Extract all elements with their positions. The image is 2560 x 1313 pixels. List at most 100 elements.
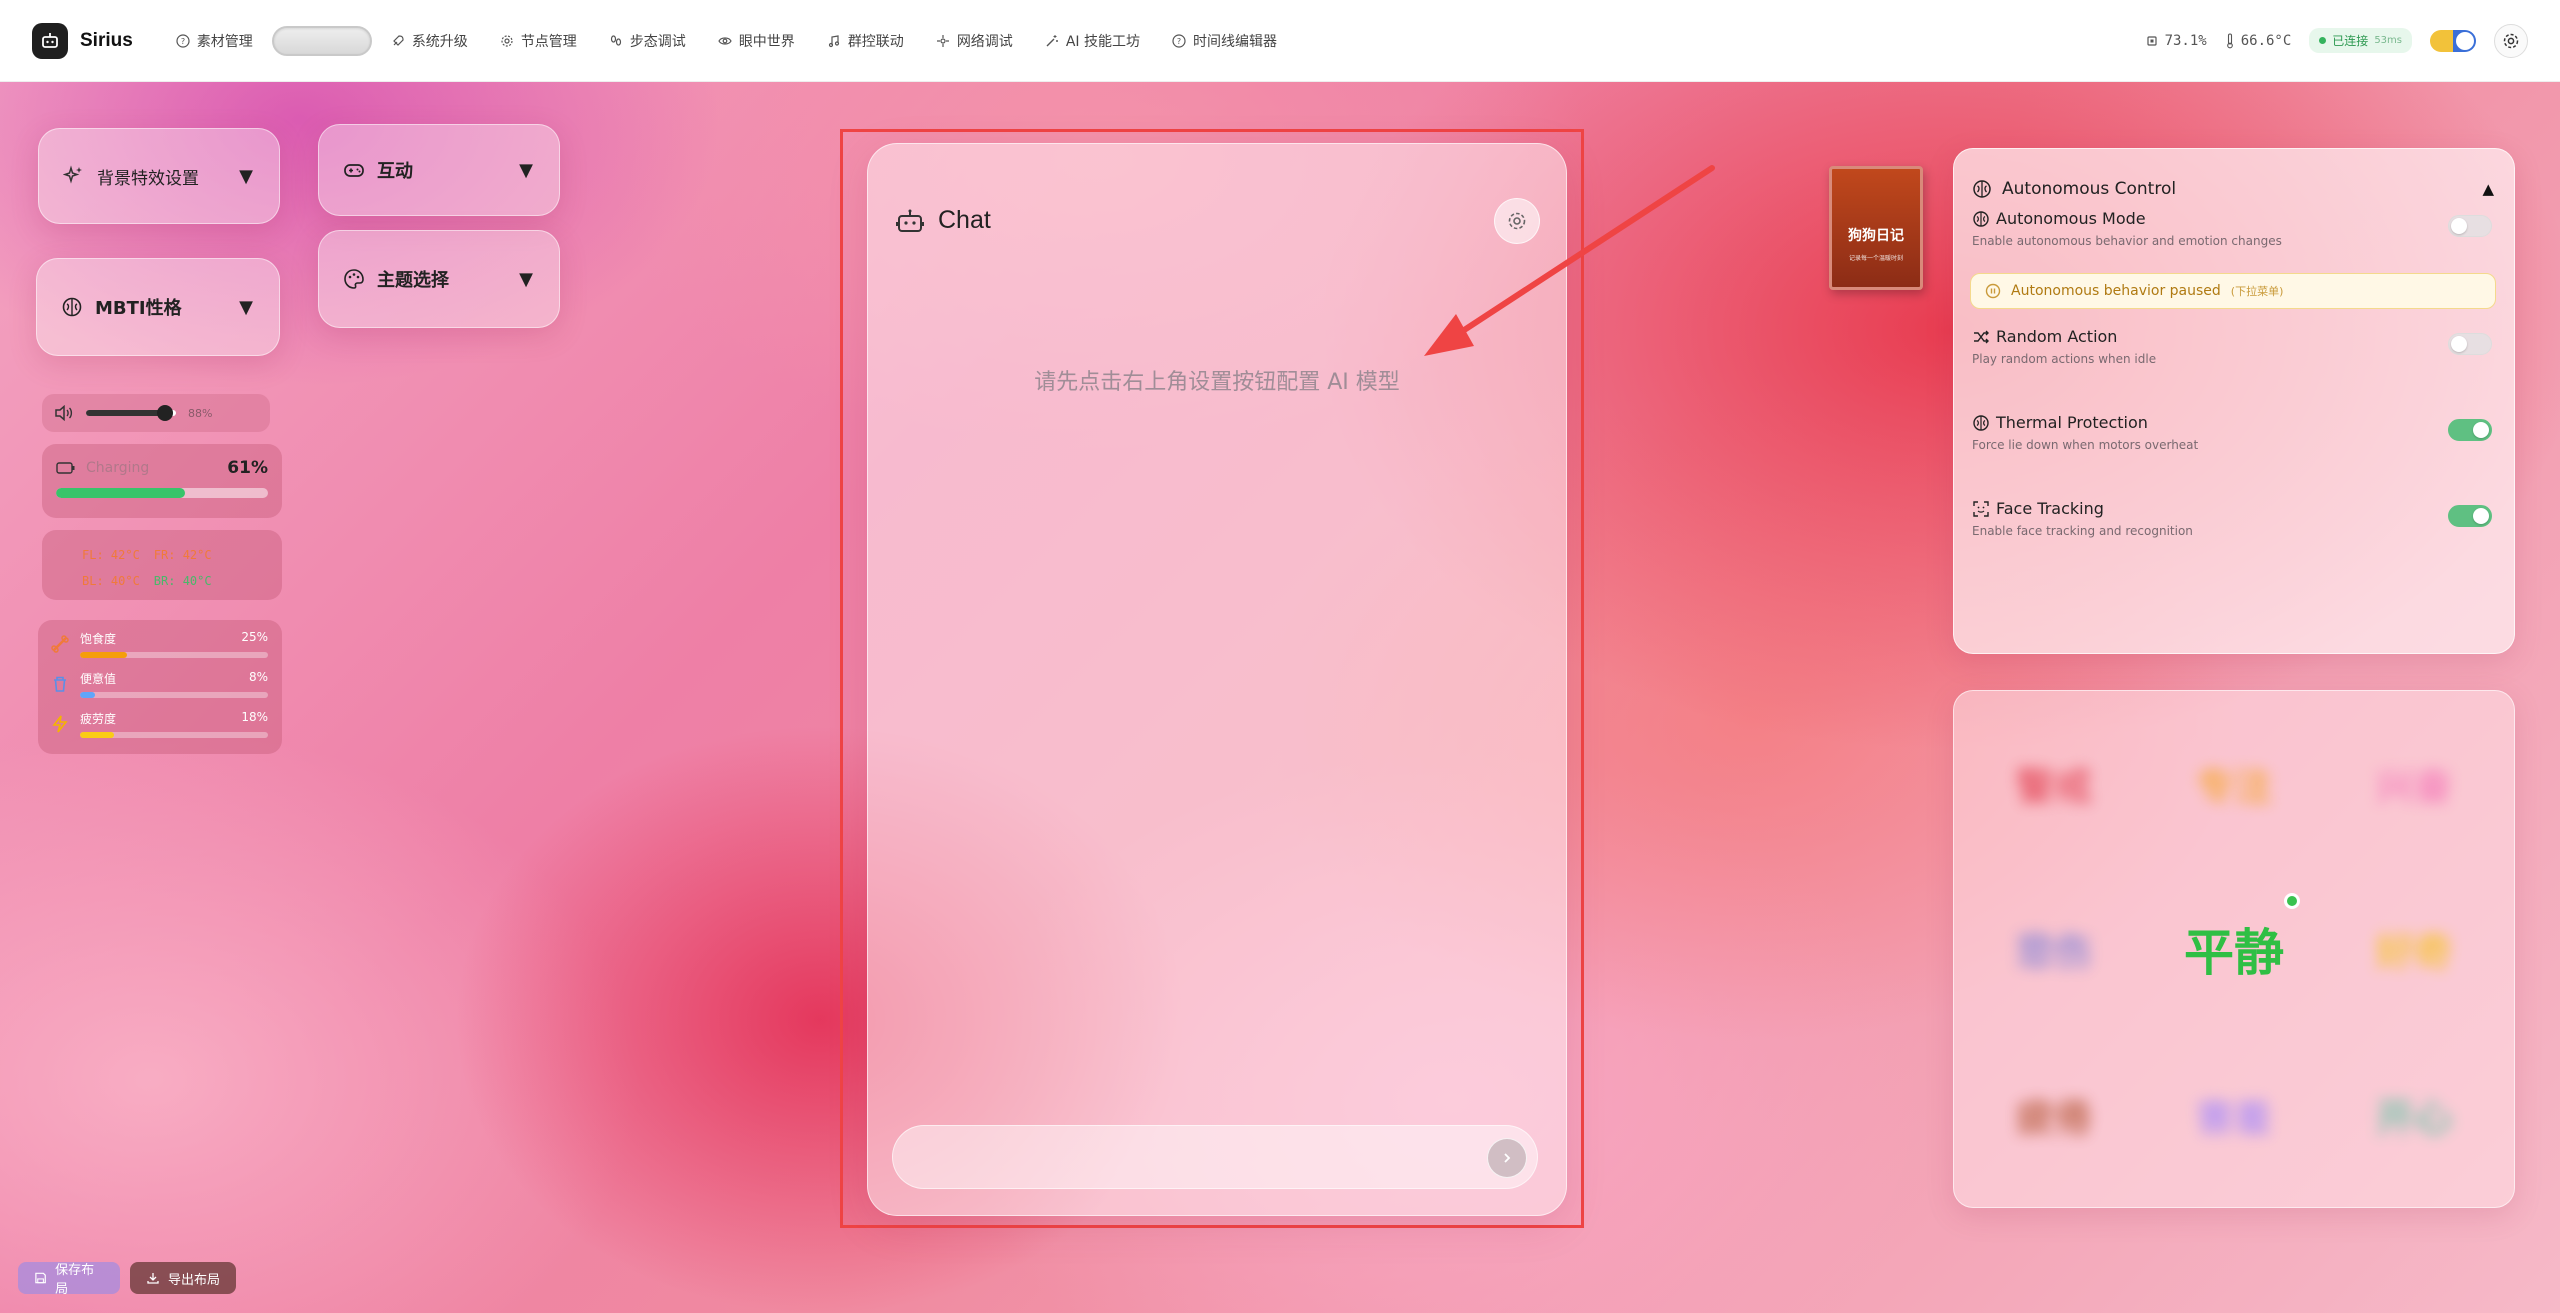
mbti-dropdown[interactable]: MBTI性格 ▼ [36,258,280,356]
rocket-icon [392,34,404,46]
temp-br: BR: 40°C [153,574,212,588]
lightning-icon [52,715,68,733]
needs-card: 饱食度 25% 便意值 8% 疲劳度 18% [38,620,282,754]
send-button[interactable] [1487,1138,1527,1178]
need-label: 饱食度 [80,632,117,646]
battery-status: Charging [56,460,149,476]
nav-timeline-editor[interactable]: ? 时间线编辑器 [1159,23,1290,59]
gear-icon [501,34,513,47]
background-effects-dropdown[interactable]: 背景特效设置 ▼ [38,128,280,224]
theme-toggle[interactable] [2430,29,2476,52]
theme-dropdown[interactable]: 主题选择 ▼ [318,230,560,328]
speaker-icon[interactable] [54,405,74,421]
setting-autonomous-mode: Autonomous Mode Enable autonomous behavi… [1972,209,2496,265]
autonomous-control-panel: Autonomous Control ▲ Autonomous Mode Ena… [1953,148,2515,654]
button-label: 导出布局 [168,1272,221,1288]
brain-icon [62,297,82,317]
nav-label: AI 技能工坊 [1065,33,1140,50]
emotion-item[interactable]: 疲倦 [2016,1087,2092,1142]
setting-description: Enable face tracking and recognition [1972,524,2193,538]
export-layout-button[interactable]: 导出布局 [130,1262,236,1294]
paused-note: (下拉菜单) [2230,285,2284,298]
setting-description: Force lie down when motors overheat [1972,438,2199,452]
interaction-dropdown[interactable]: 互动 ▼ [318,124,560,216]
autonomous-header[interactable]: Autonomous Control ▲ [1972,179,2496,199]
button-label: 保存布局 [55,1263,95,1297]
battery-fill [56,488,186,498]
caret-down-icon: ▼ [239,296,253,318]
need-value: 18% [241,710,268,724]
chat-input[interactable] [917,1137,1467,1177]
thermal-protection-toggle[interactable] [2448,419,2492,441]
brain-icon [1973,210,1989,227]
brain-icon [1973,414,1989,431]
dropdown-label: 互动 [377,161,413,182]
nav-gait-debug[interactable]: 步态调试 [596,23,699,59]
brain-icon [1973,180,1991,198]
save-layout-button[interactable]: 保存布局 [18,1262,120,1297]
setting-description: Enable autonomous behavior and emotion c… [1972,234,2282,248]
emotion-item[interactable]: 兴奋 [2376,756,2452,811]
settings-button[interactable] [2494,23,2528,58]
autonomous-mode-toggle[interactable] [2448,215,2492,237]
emotion-item[interactable]: 害羞 [2196,1087,2272,1142]
main-nav: ? 素材管理 系统升级 节点管理 步态调试 眼中世界 群控联动 网络调试 AI … [163,23,1290,59]
chat-settings-button[interactable] [1494,198,1540,244]
nav-system-upgrade[interactable]: 系统升级 [378,23,481,59]
shuffle-icon [1974,330,1989,343]
status-area: 73.1% 66.6°C 已连接 53ms [2145,23,2528,58]
volume-knob[interactable] [157,405,174,421]
app-name: Sirius [80,29,133,51]
temperature-value: 66.6°C [2240,32,2292,49]
pause-circle-icon [1985,283,2001,299]
dog-diary-book[interactable]: 狗狗日记 记录每一个温暖时刻 [1829,166,1923,290]
nav-ai-skills[interactable]: AI 技能工坊 [1032,23,1153,59]
caret-up-icon: ▲ [2482,180,2494,198]
top-bar: Sirius ? 素材管理 系统升级 节点管理 步态调试 眼中世界 群控联动 网… [0,0,2560,82]
cpu-value: 73.1% [2164,32,2207,49]
face-scan-icon [1973,500,1989,517]
brand[interactable]: Sirius [32,22,133,59]
need-hunger: 饱食度 25% [50,630,268,670]
connection-badge: 已连接 53ms [2309,28,2412,53]
help-circle-icon: ? [176,33,190,48]
music-note-icon [828,34,839,47]
nav-network-debug[interactable]: 网络调试 [923,23,1026,59]
nav-label: 网络调试 [956,33,1013,50]
emotion-item[interactable]: 悲伤 [2016,921,2092,976]
nav-active-tab[interactable] [271,25,372,56]
nav-assets[interactable]: ? 素材管理 [163,23,266,59]
emotion-item[interactable]: 专注 [2196,756,2272,811]
setting-description: Play random actions when idle [1972,352,2157,366]
magic-wand-icon [1046,34,1058,46]
volume-value: 88% [188,406,213,420]
save-icon [35,1272,46,1284]
paused-text: Autonomous behavior paused [2011,283,2221,299]
volume-slider[interactable] [86,405,176,421]
gear-icon [2503,33,2519,48]
chat-title: Chat [938,206,991,234]
emotion-item[interactable]: 警戒 [2016,756,2092,811]
sparkles-icon [63,165,82,184]
nav-group-control[interactable]: 群控联动 [814,23,917,59]
chat-input-bar [892,1125,1538,1189]
emotion-item[interactable]: 开心 [2376,1087,2452,1142]
setting-title: Thermal Protection [1996,413,2148,432]
setting-title: Random Action [1996,327,2118,346]
need-label: 便意值 [80,672,117,686]
nav-eye-world[interactable]: 眼中世界 [705,23,808,59]
emotion-label: 平静 [2184,923,2284,982]
setting-thermal-protection: Thermal Protection Force lie down when m… [1972,413,2496,469]
gear-icon [1508,212,1526,230]
temperature-stat: 66.6°C [2225,32,2292,49]
help-circle-icon: ? [1172,33,1186,48]
nav-node-management[interactable]: 节点管理 [487,23,590,59]
need-fill [80,732,114,738]
nav-label: 步态调试 [629,33,686,50]
face-tracking-toggle[interactable] [2448,505,2492,527]
dropdown-label: 背景特效设置 [97,168,199,189]
battery-label: Charging [86,460,150,476]
emotion-item[interactable]: 好奇 [2376,921,2452,976]
random-action-toggle[interactable] [2448,333,2492,355]
emotion-item-active[interactable]: 平静 [2184,892,2300,985]
